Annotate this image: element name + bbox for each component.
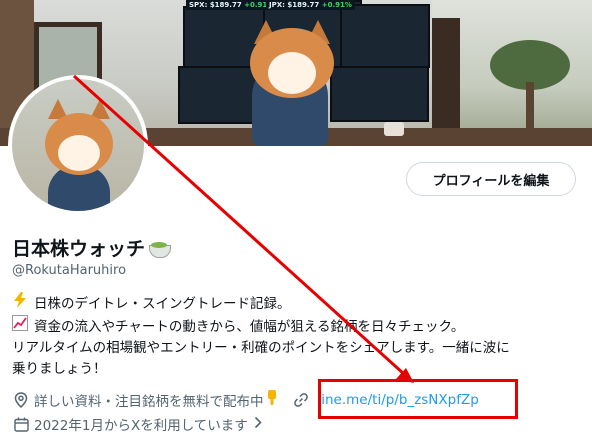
- banner-pillar: [432, 18, 460, 138]
- lightning-icon: [12, 292, 28, 315]
- annotation-box: [318, 379, 518, 419]
- bio-line: 資金の流入やチャートの動きから、値幅が狙える銘柄を日々チェック。: [12, 315, 582, 338]
- user-handle: @RokutaHaruhiro: [12, 263, 127, 278]
- display-name: 日本株ウォッチ: [12, 234, 172, 261]
- location-text: 詳しい資料・注目銘柄を無料で配布中: [34, 394, 264, 410]
- avatar-dog-face: [58, 135, 100, 171]
- display-name-text: 日本株ウォッチ: [12, 238, 146, 260]
- chart-increasing-icon: [12, 315, 28, 338]
- banner-ticker: JPX: $189.77 +0.91%: [266, 0, 355, 10]
- bio-line: リアルタイムの相場観やエントリー・利確のポイントをシェアします。一緒に波に: [12, 340, 510, 356]
- profile-bio: 日株のデイトレ・スイングトレード記録。 資金の流入やチャートの動きから、値幅が狙…: [12, 292, 582, 380]
- banner-tea-cup: [384, 122, 404, 136]
- avatar-image: [12, 79, 144, 211]
- profile-joined-row: 2022年1月からXを利用しています: [12, 414, 262, 434]
- location-pin-icon: [12, 391, 30, 409]
- avatar[interactable]: [8, 75, 148, 215]
- bio-line: 乗りましょう！: [12, 361, 107, 377]
- calendar-icon: [12, 415, 30, 433]
- banner-tree-trunk: [526, 82, 534, 128]
- joined-text: 2022年1月からXを利用しています: [34, 418, 248, 434]
- edit-profile-button[interactable]: プロフィールを編集: [406, 162, 576, 196]
- banner-monitor: [178, 66, 260, 124]
- link-icon: [292, 391, 310, 409]
- banner-monitor: [330, 66, 429, 122]
- matcha-icon: [148, 239, 172, 258]
- banner-dog-face: [268, 52, 316, 94]
- banner-monitor: [340, 4, 430, 68]
- bio-line: 日株のデイトレ・スイングトレード記録。: [12, 292, 582, 315]
- chevron-right-icon[interactable]: [254, 416, 262, 433]
- pointing-down-icon: [266, 390, 278, 410]
- banner-ticker: SPX: $189.77 +0.91%: [186, 0, 278, 10]
